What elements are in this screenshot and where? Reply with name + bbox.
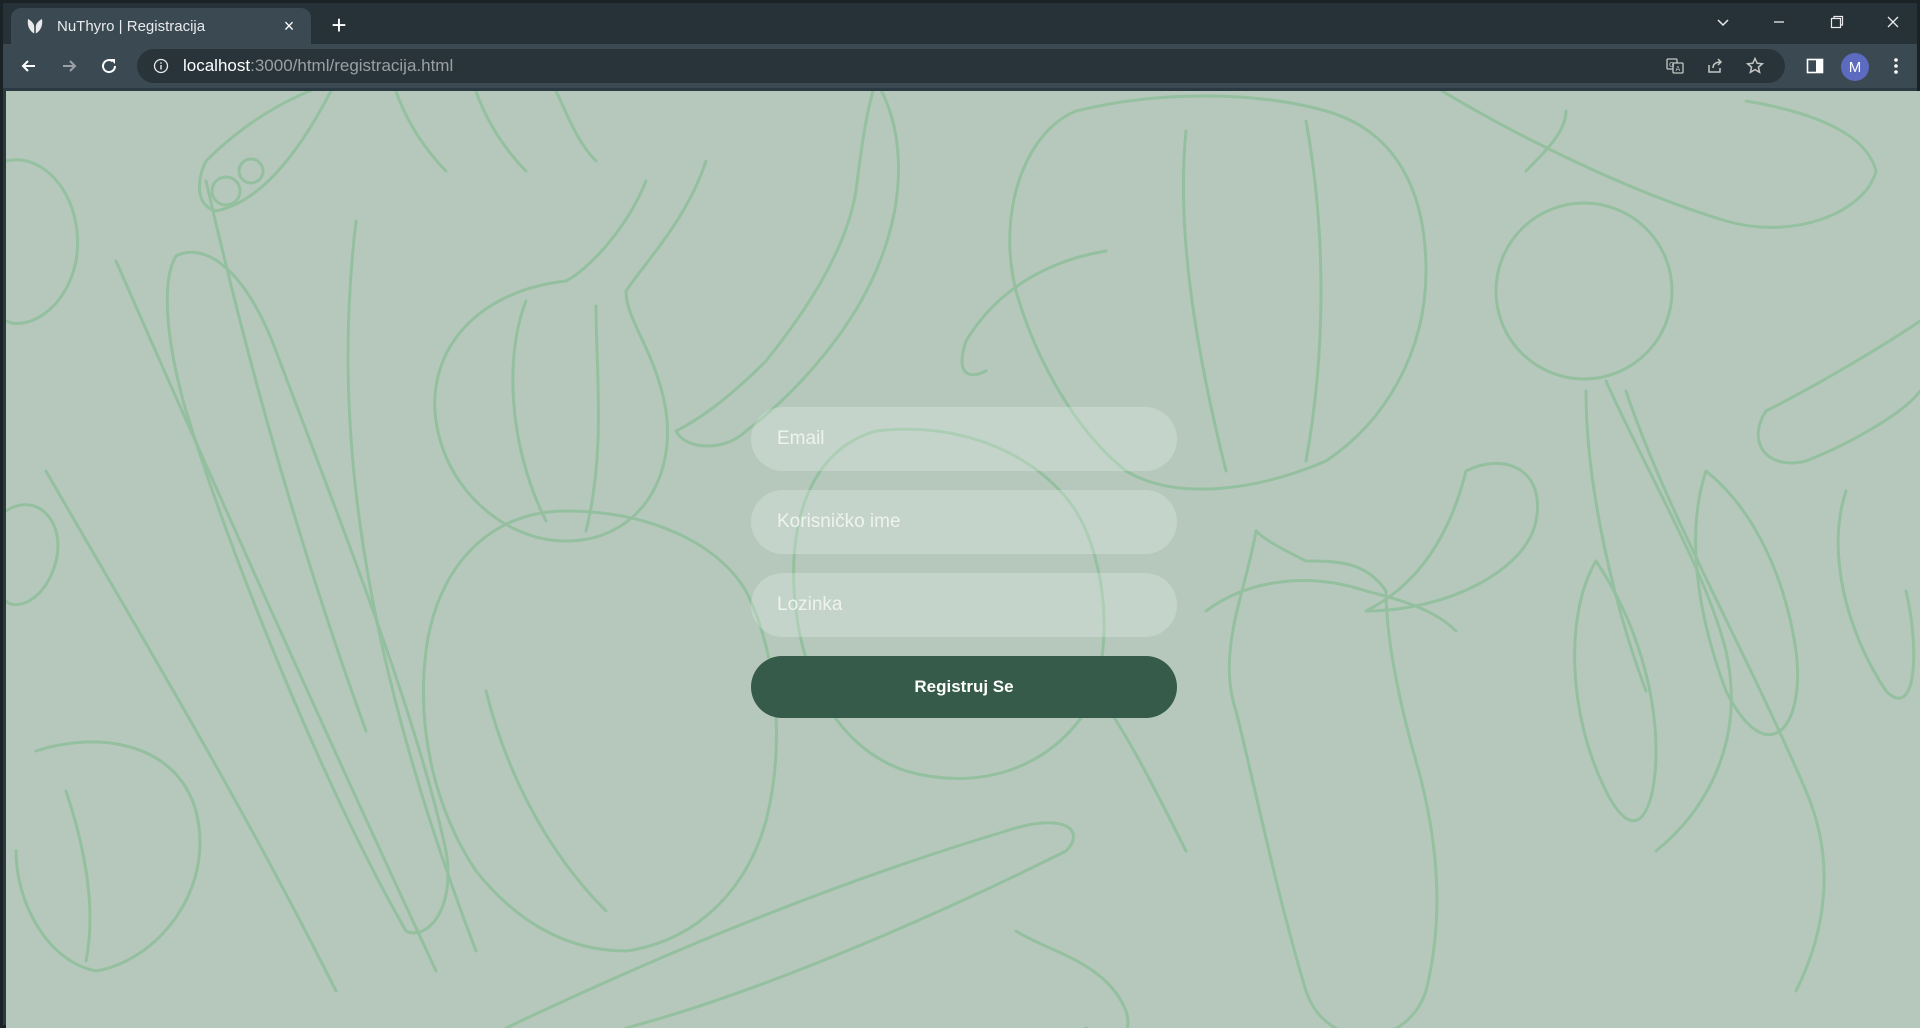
url-host: localhost <box>183 56 251 75</box>
star-icon[interactable] <box>1739 50 1771 82</box>
more-vert-icon[interactable] <box>1880 50 1912 82</box>
register-button[interactable]: Registruj Se <box>751 656 1177 718</box>
email-field[interactable] <box>751 407 1177 471</box>
restore-icon[interactable] <box>1809 3 1865 41</box>
reload-icon[interactable] <box>93 50 125 82</box>
leaf-icon <box>25 16 45 36</box>
address-bar[interactable]: localhost:3000/html/registracija.html G … <box>137 49 1785 83</box>
carrot-illustration <box>504 821 1075 1028</box>
registration-form: Registruj Se <box>751 407 1177 718</box>
chili-illustration <box>674 91 900 448</box>
url-path: :3000/html/registracija.html <box>250 56 454 75</box>
close-icon[interactable] <box>1865 3 1920 41</box>
share-icon[interactable] <box>1699 50 1731 82</box>
garlic-illustration <box>14 740 202 973</box>
password-field[interactable] <box>751 573 1177 637</box>
profile-avatar[interactable]: M <box>1841 53 1869 81</box>
svg-text:A: A <box>1676 65 1681 73</box>
translate-icon[interactable]: G A <box>1659 50 1691 82</box>
new-tab-button[interactable]: + <box>325 10 353 40</box>
potato-illustration <box>421 509 778 953</box>
forward-icon[interactable] <box>53 50 85 82</box>
side-panel-icon[interactable] <box>1799 50 1831 82</box>
page-viewport: Registruj Se <box>6 91 1920 1028</box>
corn-illustration <box>44 179 478 993</box>
username-field[interactable] <box>751 490 1177 554</box>
tab-close-icon[interactable]: × <box>279 16 299 36</box>
tab-strip: NuThyro | Registracija × + <box>3 3 1917 44</box>
chevron-down-icon[interactable] <box>1695 3 1751 41</box>
back-icon[interactable] <box>13 50 45 82</box>
radish-illustration <box>1494 109 1826 993</box>
onion-illustration <box>433 159 708 543</box>
url-text: localhost:3000/html/registracija.html <box>183 56 453 76</box>
browser-toolbar: localhost:3000/html/registracija.html G … <box>3 44 1917 88</box>
info-icon[interactable] <box>151 56 171 76</box>
browser-window: NuThyro | Registracija × + localhost:300… <box>0 0 1920 1028</box>
minimize-icon[interactable] <box>1751 3 1807 41</box>
tab-title: NuThyro | Registracija <box>57 17 206 35</box>
browser-tab[interactable]: NuThyro | Registracija × <box>11 8 311 44</box>
svg-text:G: G <box>1669 61 1674 69</box>
